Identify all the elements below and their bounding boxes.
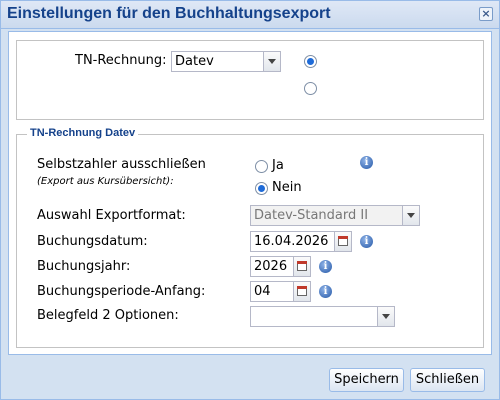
dialog-titlebar[interactable]: Einstellungen für den Buchhaltungsexport…: [1, 1, 499, 29]
chevron-down-icon[interactable]: [402, 206, 419, 225]
buchungsperiode-label: Buchungsperiode-Anfang:: [37, 284, 206, 299]
belegfeld-label: Belegfeld 2 Optionen:: [37, 308, 179, 323]
calendar-icon: [297, 261, 307, 271]
nein-radio[interactable]: [255, 182, 268, 195]
selbstzahler-label: Selbstzahler ausschließen: [37, 157, 206, 172]
buchungsperiode-value: 04: [254, 284, 271, 299]
selbstzahler-sublabel: (Export aus Kursübersicht):: [37, 176, 174, 187]
buchungsjahr-field[interactable]: 2026: [250, 256, 311, 277]
info-icon[interactable]: i: [319, 260, 332, 273]
tn-rechnung-value: Datev: [175, 54, 214, 69]
tn-rechnung-select[interactable]: Datev: [171, 51, 281, 72]
tn-rechnung-datev-fieldset: TN-Rechnung Datev Selbstzahler ausschlie…: [16, 127, 484, 348]
close-button[interactable]: Schließen: [410, 368, 485, 392]
buchungsjahr-value: 2026: [254, 259, 288, 274]
chevron-down-icon[interactable]: [263, 52, 280, 71]
export-settings-dialog: Einstellungen für den Buchhaltungsexport…: [0, 0, 500, 400]
date-picker-button[interactable]: [293, 282, 310, 301]
exportformat-value: Datev-Standard II: [254, 208, 369, 223]
info-icon[interactable]: i: [319, 285, 332, 298]
ja-label[interactable]: Ja: [272, 158, 284, 173]
exportformat-select[interactable]: Datev-Standard II: [250, 205, 420, 226]
tn-radio-2[interactable]: [304, 82, 317, 95]
info-icon[interactable]: i: [360, 235, 373, 248]
dialog-title: Einstellungen für den Buchhaltungsexport: [7, 5, 331, 22]
dialog-body: TN-Rechnung: Datev TN-Rechnung Datev Sel…: [8, 31, 492, 355]
info-icon[interactable]: i: [360, 156, 373, 169]
tn-rechnung-label: TN-Rechnung:: [75, 53, 167, 68]
close-icon[interactable]: ×: [479, 7, 493, 21]
chevron-down-icon[interactable]: [377, 307, 394, 326]
save-button[interactable]: Speichern: [329, 368, 404, 392]
exportformat-label: Auswahl Exportformat:: [37, 208, 186, 223]
tn-rechnung-panel: TN-Rechnung: Datev: [16, 40, 484, 120]
buchungsdatum-field[interactable]: 16.04.2026: [250, 231, 352, 252]
calendar-icon: [338, 236, 348, 246]
fieldset-legend: TN-Rechnung Datev: [27, 127, 139, 139]
buchungsdatum-label: Buchungsdatum:: [37, 234, 148, 249]
date-picker-button[interactable]: [293, 257, 310, 276]
date-picker-button[interactable]: [334, 232, 351, 251]
buchungsjahr-label: Buchungsjahr:: [37, 259, 131, 274]
buchungsperiode-field[interactable]: 04: [250, 281, 311, 302]
ja-radio[interactable]: [255, 160, 268, 173]
tn-radio-1[interactable]: [304, 55, 317, 68]
buchungsdatum-value: 16.04.2026: [254, 234, 329, 249]
calendar-icon: [297, 286, 307, 296]
nein-label[interactable]: Nein: [272, 180, 302, 195]
belegfeld-select[interactable]: [250, 306, 395, 327]
